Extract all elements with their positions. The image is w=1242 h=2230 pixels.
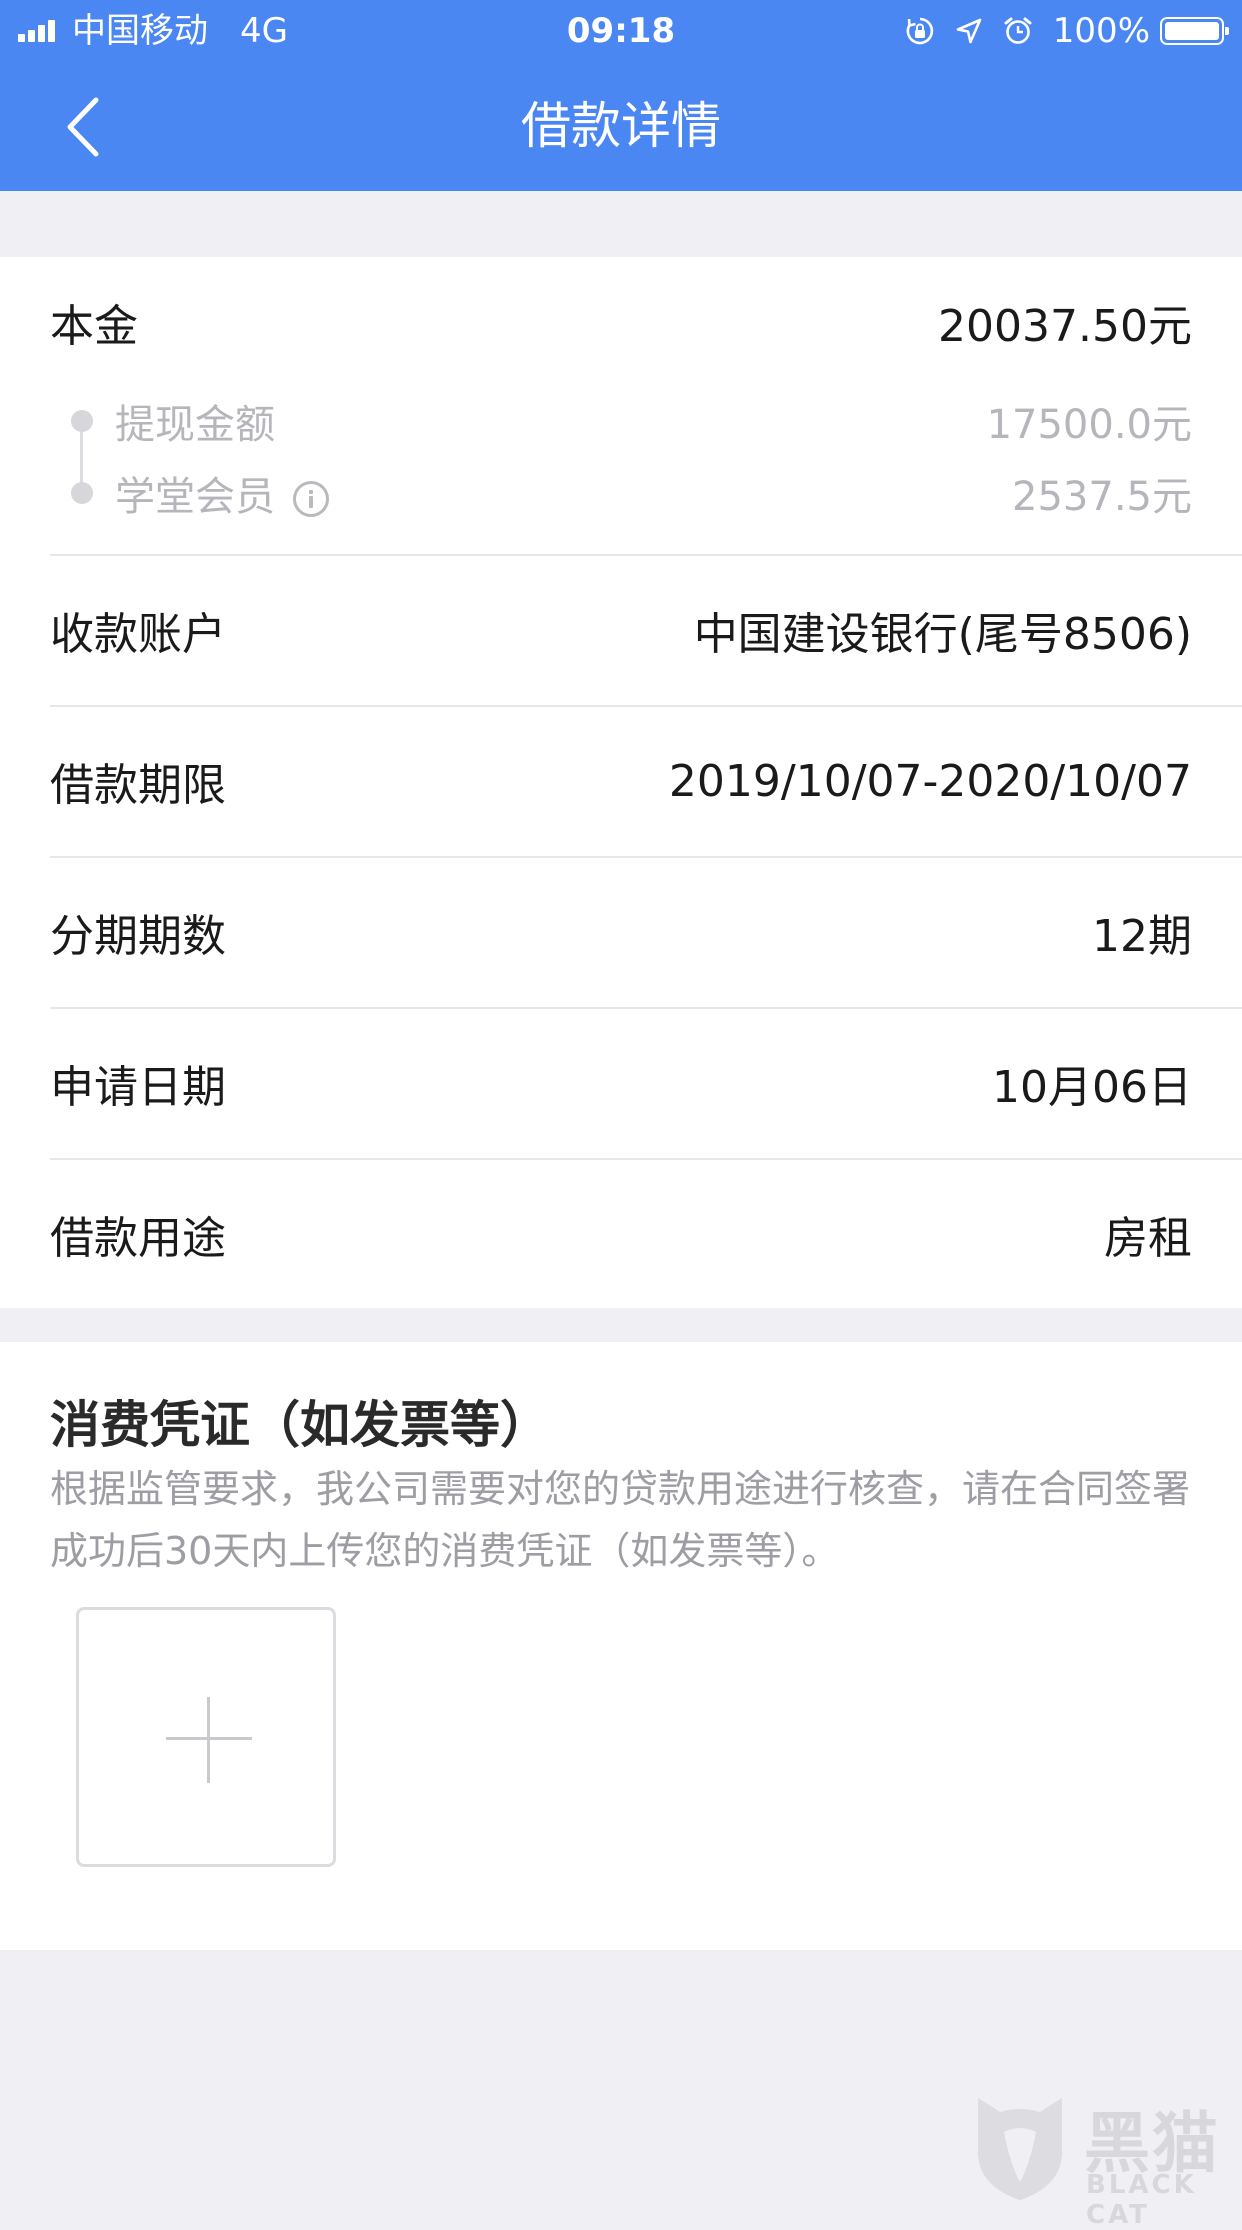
upload-voucher-button[interactable] xyxy=(76,1607,336,1867)
battery-icon xyxy=(1160,17,1229,45)
membership-fee-value: 2537.5元 xyxy=(1012,474,1192,520)
voucher-title: 消费凭证（如发票等） xyxy=(50,1396,550,1454)
detail-value: 12期 xyxy=(1092,911,1192,962)
principal-value: 20037.50元 xyxy=(938,301,1192,352)
membership-fee-label: 学堂会员 xyxy=(115,474,275,520)
orientation-lock-icon xyxy=(905,16,935,46)
detail-value: 10月06日 xyxy=(992,1062,1192,1113)
detail-value: 房租 xyxy=(1104,1213,1192,1264)
detail-row-purpose: 借款用途 房租 xyxy=(50,1188,1192,1280)
detail-label: 申请日期 xyxy=(50,1062,226,1113)
detail-label: 分期期数 xyxy=(50,911,226,962)
membership-fee-label-wrap: 学堂会员 xyxy=(115,464,329,522)
principal-label: 本金 xyxy=(50,301,138,352)
voucher-description: 根据监管要求，我公司需要对您的贷款用途进行核查，请在合同签署成功后30天内上传您… xyxy=(50,1467,1191,1573)
withdrawal-amount-row: 提现金额 17500.0元 xyxy=(115,390,1192,452)
top-bar: 中国移动 4G 09:18 100% 借款详情 xyxy=(0,0,1242,191)
divider xyxy=(50,1007,1242,1009)
detail-label: 收款账户 xyxy=(50,609,226,660)
watermark-en: BLACK CAT xyxy=(1086,2170,1197,2230)
page-title: 借款详情 xyxy=(521,97,721,155)
info-icon[interactable] xyxy=(293,481,329,517)
black-cat-logo-icon xyxy=(978,2098,1062,2200)
navigation-bar: 借款详情 xyxy=(0,62,1242,191)
detail-row-installments: 分期期数 12期 xyxy=(50,886,1192,978)
breakdown-dot xyxy=(71,410,93,432)
detail-label: 借款用途 xyxy=(50,1213,226,1264)
detail-label: 借款期限 xyxy=(50,760,226,811)
status-right: 100% xyxy=(905,0,1229,62)
divider xyxy=(50,554,1242,556)
divider xyxy=(50,705,1242,707)
detail-value: 中国建设银行(尾号8506) xyxy=(693,609,1192,660)
alarm-icon xyxy=(1003,16,1033,46)
divider xyxy=(50,856,1242,858)
status-bar: 中国移动 4G 09:18 100% xyxy=(0,0,1242,62)
loan-details-card: 本金 20037.50元 提现金额 17500.0元 学堂会员 2537.5元 … xyxy=(0,257,1242,1308)
breakdown-dot xyxy=(71,482,93,504)
divider xyxy=(50,1158,1242,1160)
membership-fee-row: 学堂会员 2537.5元 xyxy=(115,462,1192,524)
detail-value: 2019/10/07-2020/10/07 xyxy=(668,755,1192,807)
battery-percent: 100% xyxy=(1052,11,1150,51)
withdrawal-amount-label: 提现金额 xyxy=(115,402,275,448)
detail-row-term: 借款期限 2019/10/07-2020/10/07 xyxy=(50,735,1192,827)
principal-row: 本金 20037.50元 xyxy=(50,287,1192,357)
watermark: 黑猫 BLACK CAT xyxy=(970,2090,1242,2230)
detail-row-account: 收款账户 中国建设银行(尾号8506) xyxy=(50,584,1192,676)
location-icon xyxy=(955,17,983,45)
detail-row-apply-date: 申请日期 10月06日 xyxy=(50,1037,1192,1129)
withdrawal-amount-value: 17500.0元 xyxy=(986,402,1192,448)
